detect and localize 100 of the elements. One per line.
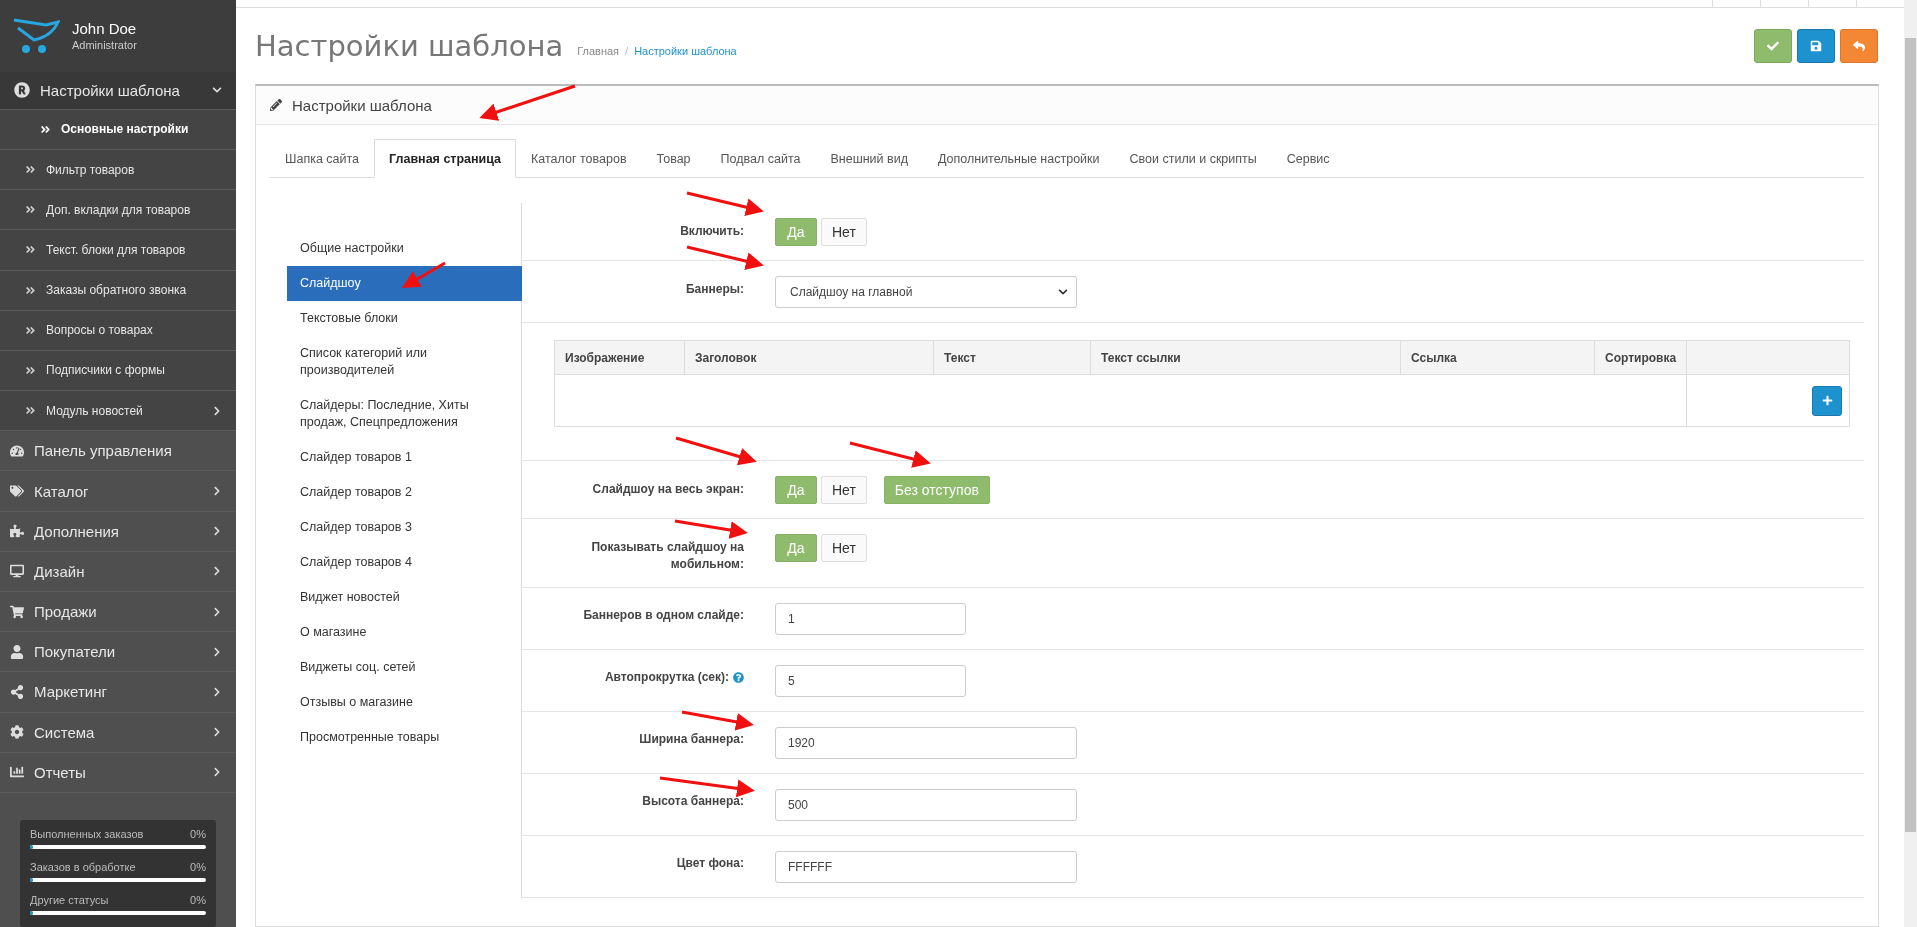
save-icon bbox=[1810, 40, 1822, 52]
stat-value: 0% bbox=[190, 860, 206, 873]
section-nav-item[interactable]: О магазине bbox=[287, 615, 522, 650]
submenu-item[interactable]: Заказы обратного звонка bbox=[0, 270, 236, 311]
section-nav-item[interactable]: Слайдер товаров 1 bbox=[287, 440, 522, 475]
stat-value: 0% bbox=[190, 827, 206, 840]
tab[interactable]: Внешний вид bbox=[815, 139, 923, 178]
column-header: Заголовок bbox=[684, 340, 934, 375]
section-nav-item[interactable]: Слайдер товаров 4 bbox=[287, 545, 522, 580]
check-icon bbox=[1767, 40, 1779, 52]
toggle-option[interactable]: Нет bbox=[821, 476, 867, 504]
input-field[interactable]: 500 bbox=[775, 789, 1077, 821]
section-nav-item[interactable]: Виджет новостей bbox=[287, 580, 522, 615]
section-nav-item[interactable]: Виджеты соц. сетей bbox=[287, 650, 522, 685]
double-chevron-icon bbox=[25, 364, 36, 376]
submenu-item[interactable]: Основные настройки bbox=[0, 109, 236, 150]
double-chevron-icon bbox=[25, 244, 36, 256]
field-label: Показывать слайдшоу на мобильном: bbox=[590, 539, 745, 573]
tab[interactable]: Каталог товаров bbox=[516, 139, 642, 178]
column-header: Изображение bbox=[554, 340, 685, 375]
chevron-icon bbox=[212, 727, 222, 738]
monitor-icon bbox=[10, 564, 24, 579]
tab[interactable]: Шапка сайта bbox=[270, 139, 375, 178]
chevron-icon bbox=[212, 606, 222, 617]
field-label: Баннеры: bbox=[684, 281, 745, 298]
tab[interactable]: Свои стили и скрипты bbox=[1114, 139, 1272, 178]
double-chevron-icon bbox=[25, 324, 36, 336]
submenu-item[interactable]: Модуль новостей bbox=[0, 391, 236, 432]
chevron-icon bbox=[212, 566, 222, 577]
section-nav-item[interactable]: Слайдеры: Последние, Хиты продаж, Спецпредложения bbox=[287, 388, 522, 440]
bar-chart-icon bbox=[10, 765, 24, 780]
section-nav-item[interactable]: Текстовые блоки bbox=[287, 301, 522, 336]
stat-value: 0% bbox=[190, 893, 206, 906]
back-arrow-icon bbox=[1853, 40, 1865, 52]
input-field[interactable]: 5 bbox=[775, 665, 966, 697]
apply-button[interactable] bbox=[1754, 29, 1792, 63]
toggle-option[interactable]: Нет bbox=[821, 534, 867, 562]
field-label: Автопрокрутка (сек): bbox=[604, 670, 729, 684]
chevron-icon bbox=[212, 405, 222, 416]
banners-select[interactable]: Слайдшоу на главной bbox=[775, 276, 1077, 308]
share-icon bbox=[10, 684, 24, 699]
add-row-button[interactable] bbox=[1812, 385, 1842, 416]
double-chevron-icon bbox=[25, 405, 36, 417]
page-title: Настройки шаблона bbox=[255, 29, 564, 63]
chevron-icon bbox=[212, 686, 222, 697]
double-chevron-icon bbox=[25, 284, 36, 296]
section-nav-item[interactable]: Список категорий или производителей bbox=[287, 336, 522, 388]
user-role: Administrator bbox=[72, 39, 137, 52]
panel-title: Настройки шаблона bbox=[292, 96, 432, 114]
back-button[interactable] bbox=[1840, 29, 1878, 63]
field-label: Цвет фона: bbox=[676, 856, 744, 870]
submenu-item[interactable]: Фильтр товаров bbox=[0, 149, 236, 191]
save-button[interactable] bbox=[1797, 29, 1835, 63]
input-field[interactable]: FFFFFF bbox=[775, 851, 1077, 883]
field-label: Баннеров в одном слайде: bbox=[583, 608, 744, 622]
submenu-item[interactable]: Вопросы о товарах bbox=[0, 310, 236, 351]
submenu-item[interactable]: Доп. вкладки для товаров bbox=[0, 190, 236, 231]
section-nav-item[interactable]: Слайдер товаров 2 bbox=[287, 475, 522, 510]
help-icon[interactable] bbox=[733, 671, 744, 683]
double-chevron-icon bbox=[25, 164, 36, 176]
field-label: Слайдшоу на весь экран: bbox=[591, 481, 745, 498]
stat-label: Заказов в обработке bbox=[30, 860, 136, 873]
toggle-option[interactable]: Нет bbox=[821, 218, 867, 246]
column-header: Ссылка bbox=[1400, 340, 1595, 375]
annotation-arrow bbox=[401, 261, 446, 288]
chevron-icon bbox=[212, 767, 222, 778]
section-nav-item[interactable]: Общие настройки bbox=[287, 231, 522, 266]
tab[interactable]: Товар bbox=[641, 139, 706, 178]
gear-icon bbox=[10, 725, 24, 740]
section-nav-item[interactable]: Отзывы о магазине bbox=[287, 685, 522, 720]
submenu-item[interactable]: Подписчики с формы bbox=[0, 350, 236, 392]
section-nav-item[interactable]: Просмотренные товары bbox=[287, 720, 522, 755]
chevron-icon bbox=[212, 486, 222, 497]
input-field[interactable]: 1920 bbox=[775, 727, 1077, 759]
user-icon bbox=[10, 644, 24, 659]
plus-icon bbox=[1821, 395, 1833, 406]
scrollbar[interactable] bbox=[1904, 0, 1917, 927]
tab[interactable]: Дополнительные настройки bbox=[922, 139, 1115, 178]
stat-label: Выполненных заказов bbox=[30, 827, 144, 840]
column-header: Текст bbox=[933, 340, 1091, 375]
tab[interactable]: Сервис bbox=[1271, 139, 1345, 178]
submenu-item[interactable]: Текст. блоки для товаров bbox=[0, 230, 236, 271]
field-label: Высота баннера: bbox=[642, 794, 744, 808]
tags-icon bbox=[10, 484, 24, 499]
double-chevron-icon bbox=[40, 123, 51, 135]
pencil-icon bbox=[270, 99, 282, 111]
section-nav-item[interactable]: Слайдшоу bbox=[287, 266, 522, 301]
sidebar-item[interactable]: Настройки шаблона bbox=[0, 71, 236, 110]
tab[interactable]: Главная страница bbox=[374, 139, 517, 178]
tab[interactable]: Подвал сайта bbox=[705, 139, 816, 178]
double-chevron-icon bbox=[25, 204, 36, 216]
field-label: Ширина баннера: bbox=[639, 732, 744, 746]
user-name: John Doe bbox=[72, 20, 137, 38]
breadcrumb-link[interactable]: Главная bbox=[577, 45, 620, 57]
input-field[interactable]: 1 bbox=[775, 603, 966, 635]
column-header: Текст ссылки bbox=[1090, 340, 1401, 375]
section-nav-item[interactable]: Слайдер товаров 3 bbox=[287, 510, 522, 545]
registered-icon bbox=[14, 82, 30, 99]
breadcrumb-link[interactable]: Настройки шаблона bbox=[634, 45, 737, 57]
breadcrumb-separator: / bbox=[625, 45, 629, 57]
